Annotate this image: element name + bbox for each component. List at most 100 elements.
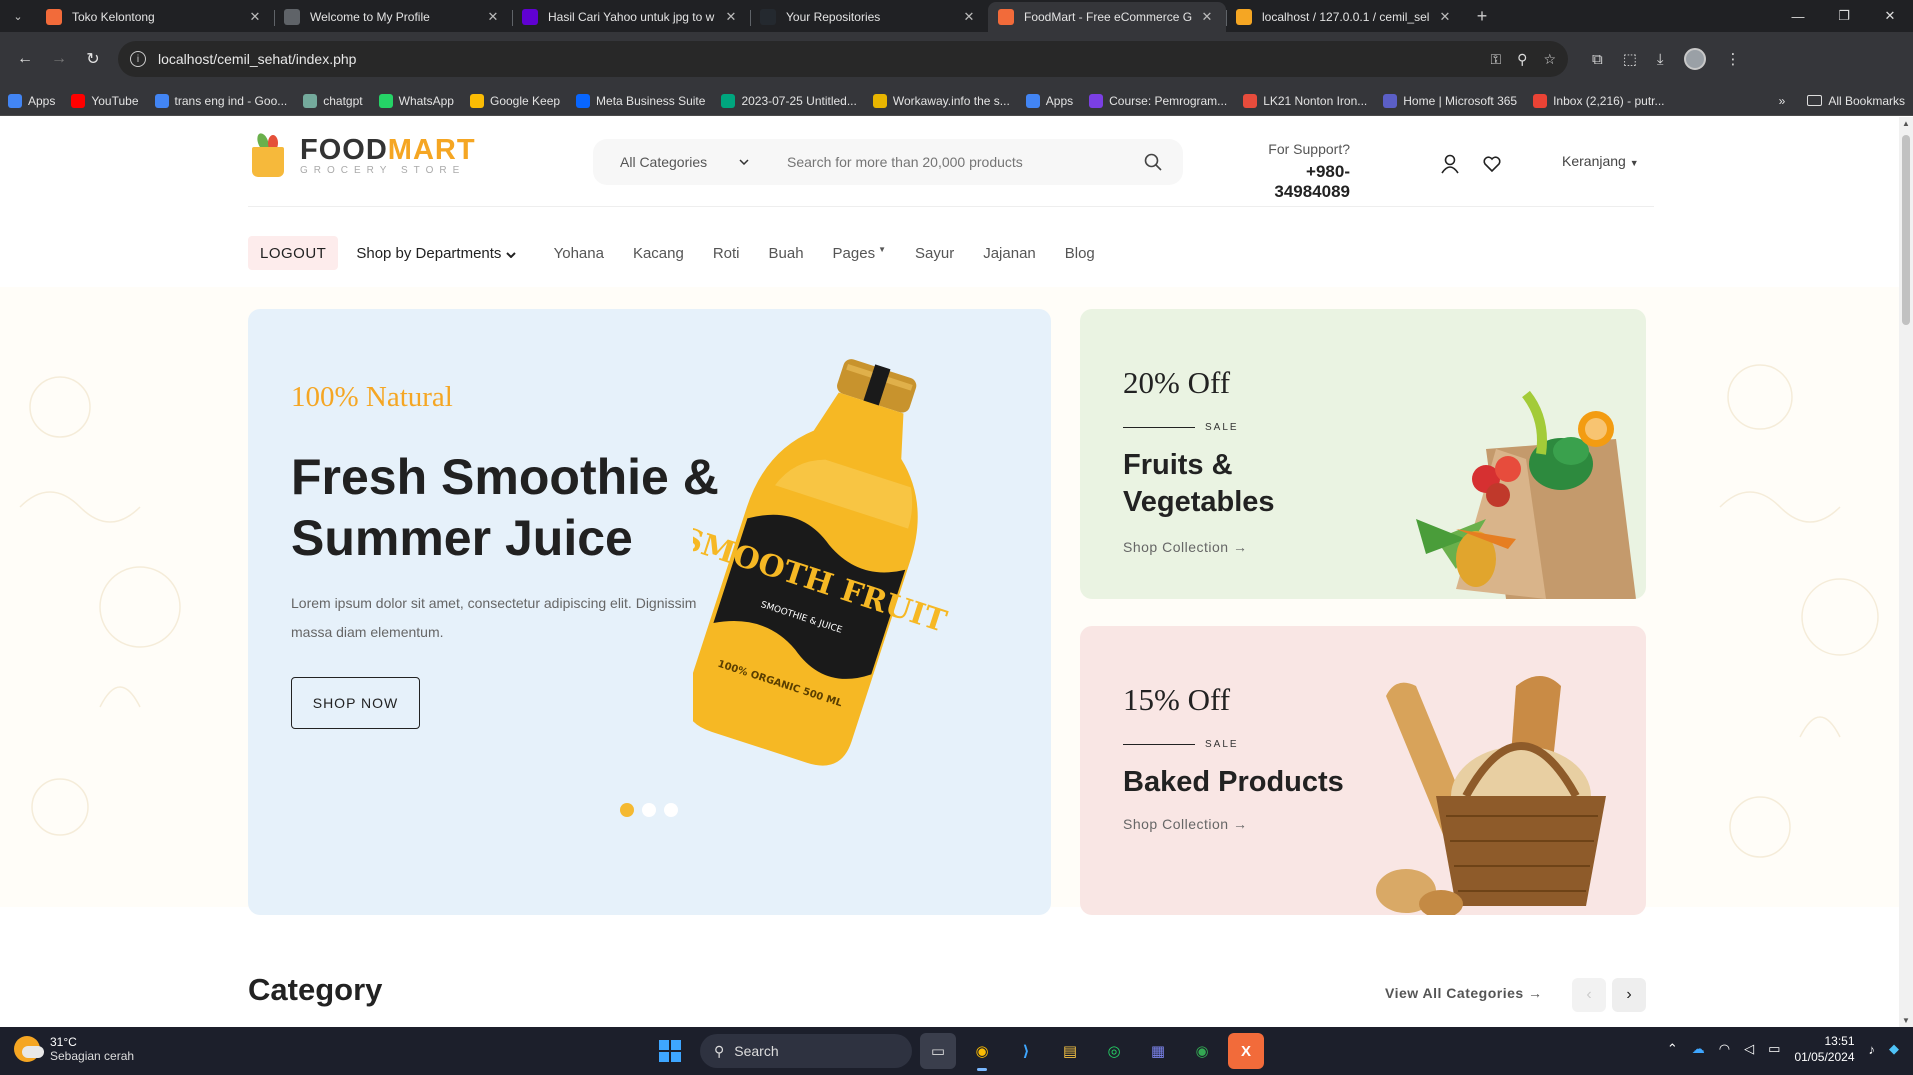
vscode-icon[interactable]: ⟩ — [1008, 1033, 1044, 1069]
bookmark-item[interactable]: Apps — [8, 93, 55, 108]
password-key-icon[interactable]: ⚿ — [1491, 51, 1502, 68]
bookmark-item[interactable]: Course: Pemrogram... — [1089, 93, 1227, 108]
browser-tab[interactable]: Your Repositories ✕ — [750, 2, 988, 32]
category-select[interactable]: All Categories — [593, 154, 769, 170]
wishlist-heart-icon[interactable] — [1480, 152, 1504, 176]
carousel-next-button[interactable]: › — [1612, 978, 1646, 1012]
bookmark-item[interactable]: WhatsApp — [378, 93, 454, 108]
bookmark-item[interactable]: 2023-07-25 Untitled... — [721, 93, 857, 108]
tray-overflow-icon[interactable]: ⌃ — [1667, 1041, 1678, 1057]
browser-tab[interactable]: localhost / 127.0.0.1 / cemil_sel ✕ — [1226, 2, 1464, 32]
promo-fruits-vegetables[interactable]: 20% Off SALE Fruits & Vegetables Shop Co… — [1080, 309, 1646, 599]
promo-baked-products[interactable]: 15% Off SALE Baked Products Shop Collect… — [1080, 626, 1646, 915]
user-account-icon[interactable] — [1438, 152, 1462, 176]
chrome-icon[interactable]: ◉ — [964, 1033, 1000, 1071]
windows-start-icon[interactable] — [652, 1033, 688, 1069]
nav-link-roti[interactable]: Roti — [713, 245, 740, 262]
bookmark-item[interactable]: Google Keep — [469, 93, 560, 108]
whatsapp-icon[interactable]: ◎ — [1096, 1033, 1132, 1069]
shop-collection-link[interactable]: Shop Collection → — [1123, 816, 1247, 832]
bookmarks-overflow-button[interactable]: » — [1779, 94, 1786, 108]
support-phone[interactable]: +980-34984089 — [1238, 162, 1350, 202]
onedrive-icon[interactable]: ☁ — [1692, 1041, 1705, 1057]
file-explorer-icon[interactable]: ▤ — [1052, 1033, 1088, 1069]
translate-icon[interactable]: ⧉ — [1592, 51, 1603, 68]
bookmark-item[interactable]: Workaway.info the s... — [872, 93, 1010, 108]
reload-icon[interactable]: ↻ — [76, 42, 110, 76]
system-clock[interactable]: 13:51 01/05/2024 — [1794, 1033, 1854, 1065]
nav-link-kacang[interactable]: Kacang — [633, 245, 684, 262]
nav-link-pages[interactable]: Pages — [833, 245, 876, 262]
shop-by-departments-dropdown[interactable]: Shop by Departments — [356, 245, 516, 262]
bookmark-item[interactable]: Home | Microsoft 365 — [1383, 93, 1517, 108]
promo-sale-tag: SALE — [1123, 739, 1239, 750]
shop-now-button[interactable]: SHOP NOW — [291, 677, 420, 729]
search-icon[interactable] — [1133, 142, 1173, 182]
volume-icon[interactable]: ◁ — [1744, 1041, 1754, 1057]
scroll-down-arrow-icon[interactable]: ▼ — [1899, 1016, 1913, 1025]
nav-link-sayur[interactable]: Sayur — [915, 245, 954, 262]
carousel-prev-button[interactable]: ‹ — [1572, 978, 1606, 1012]
slider-dot[interactable] — [664, 803, 678, 817]
view-all-categories-link[interactable]: View All Categories → — [1385, 985, 1543, 1001]
close-tab-icon[interactable]: ✕ — [246, 9, 264, 25]
battery-icon[interactable]: ▭ — [1768, 1041, 1780, 1057]
bookmark-item[interactable]: Apps — [1025, 93, 1073, 108]
xampp-icon[interactable]: X — [1228, 1033, 1264, 1069]
browser-tab[interactable]: Welcome to My Profile ✕ — [274, 2, 512, 32]
close-tab-icon[interactable]: ✕ — [722, 9, 740, 25]
logout-button[interactable]: LOGOUT — [248, 236, 339, 270]
slider-dot[interactable] — [642, 803, 656, 817]
bookmark-item[interactable]: YouTube — [71, 93, 139, 108]
extensions-icon[interactable]: ⬚ — [1623, 50, 1637, 68]
nav-link-blog[interactable]: Blog — [1065, 245, 1095, 262]
scrollbar-thumb[interactable] — [1902, 135, 1910, 325]
bookmark-item[interactable]: Inbox (2,216) - putr... — [1533, 93, 1665, 108]
back-icon[interactable]: ← — [8, 42, 42, 76]
site-info-icon[interactable]: i — [130, 51, 146, 67]
zoom-icon[interactable]: ⚲ — [1517, 51, 1527, 68]
copilot-icon[interactable]: ◆ — [1889, 1041, 1899, 1057]
close-tab-icon[interactable]: ✕ — [484, 9, 502, 25]
forward-icon[interactable]: → — [42, 42, 76, 76]
address-url[interactable]: localhost/cemil_sehat/index.php — [158, 51, 1491, 67]
scroll-up-arrow-icon[interactable]: ▲ — [1899, 119, 1913, 128]
browser-menu-icon[interactable]: ⋮ — [1726, 50, 1741, 68]
task-view-icon[interactable]: ▭ — [920, 1033, 956, 1069]
address-bar[interactable]: i localhost/cemil_sehat/index.php ⚿ ⚲ ☆ — [118, 41, 1568, 77]
new-tab-button[interactable]: + — [1468, 2, 1496, 30]
download-icon[interactable]: ⤓ — [1657, 51, 1664, 68]
shop-collection-link[interactable]: Shop Collection → — [1123, 539, 1247, 555]
all-bookmarks-button[interactable]: All Bookmarks — [1807, 94, 1905, 108]
wifi-icon[interactable]: ◠ — [1719, 1041, 1730, 1057]
bookmark-star-icon[interactable]: ☆ — [1543, 51, 1556, 68]
nav-link-yohana[interactable]: Yohana — [554, 245, 604, 262]
close-tab-icon[interactable]: ✕ — [1436, 9, 1454, 25]
taskbar-search-box[interactable]: ⚲ Search — [700, 1034, 912, 1068]
cart-dropdown[interactable]: Keranjang ▼ — [1562, 153, 1639, 169]
tab-search-button[interactable]: ⌄ — [4, 2, 32, 30]
search-input[interactable] — [769, 154, 1133, 170]
close-tab-icon[interactable]: ✕ — [1198, 9, 1216, 25]
restore-icon[interactable]: ❐ — [1821, 0, 1867, 32]
nav-link-buah[interactable]: Buah — [769, 245, 804, 262]
close-window-icon[interactable]: ✕ — [1867, 0, 1913, 32]
chrome-profile-icon[interactable]: ◉ — [1184, 1033, 1220, 1069]
teams-icon[interactable]: ▦ — [1140, 1033, 1176, 1069]
browser-tab[interactable]: Toko Kelontong ✕ — [36, 2, 274, 32]
browser-tab[interactable]: FoodMart - Free eCommerce G ✕ — [988, 2, 1226, 32]
page-scrollbar[interactable]: ▲ ▼ — [1899, 117, 1913, 1027]
close-tab-icon[interactable]: ✕ — [960, 9, 978, 25]
foodmart-logo[interactable]: FOODMART GROCERY STORE — [248, 131, 476, 179]
bookmark-item[interactable]: Meta Business Suite — [576, 93, 705, 108]
notification-bell-icon[interactable]: ♪ — [1869, 1042, 1876, 1057]
browser-tab[interactable]: Hasil Cari Yahoo untuk jpg to w ✕ — [512, 2, 750, 32]
minimize-icon[interactable]: — — [1775, 0, 1821, 32]
bookmark-item[interactable]: LK21 Nonton Iron... — [1243, 93, 1367, 108]
slider-dot[interactable] — [620, 803, 634, 817]
profile-avatar[interactable] — [1683, 48, 1706, 70]
bookmark-item[interactable]: chatgpt — [303, 93, 363, 108]
bookmark-item[interactable]: trans eng ind - Goo... — [154, 93, 287, 108]
weather-widget[interactable]: 31°C Sebagian cerah — [14, 1035, 134, 1063]
nav-link-jajanan[interactable]: Jajanan — [983, 245, 1036, 262]
